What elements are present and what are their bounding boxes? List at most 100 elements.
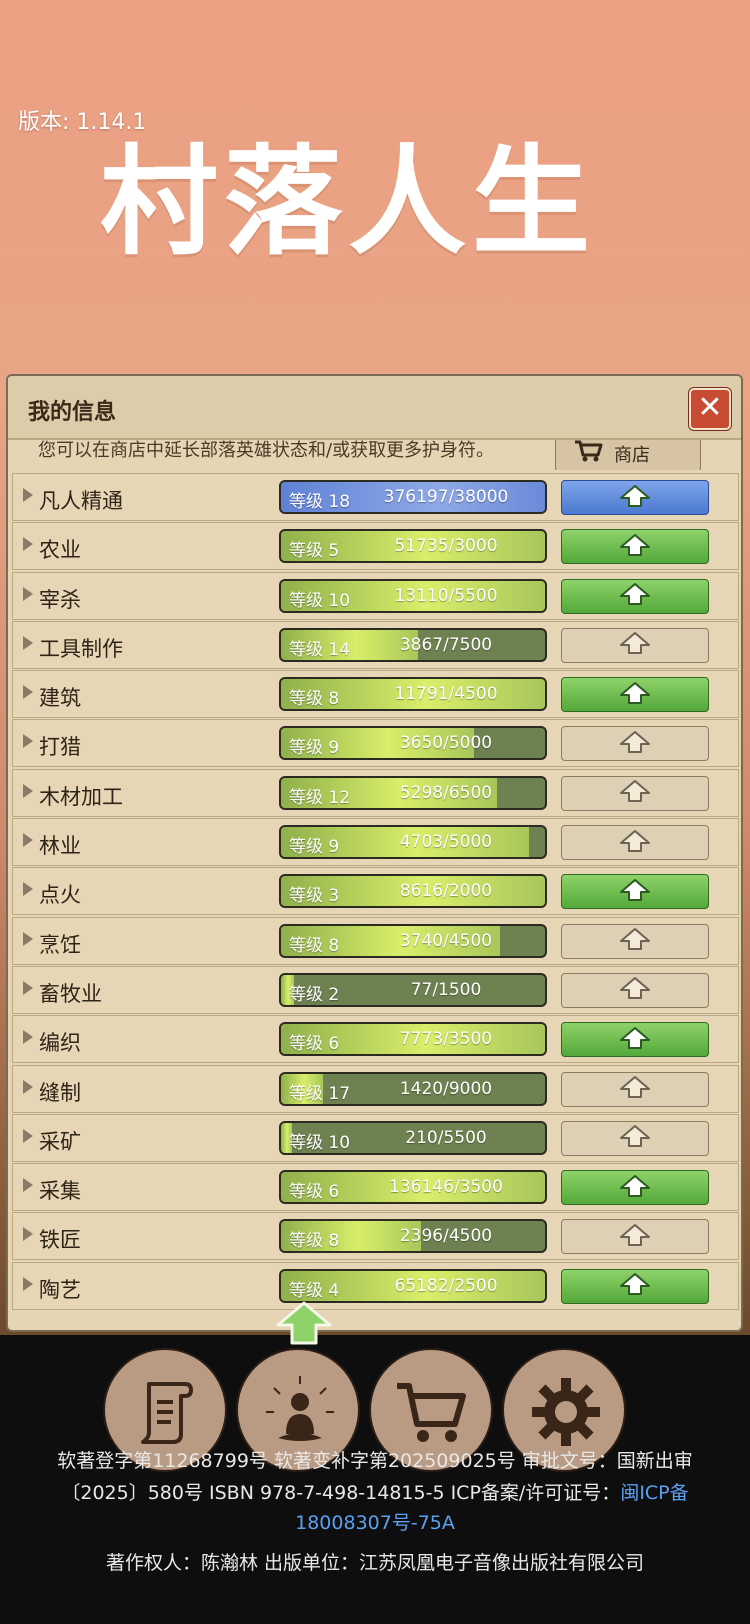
footer-line-4: 著作权人：陈瀚林 出版单位：江苏凤凰电子音像出版社有限公司 <box>105 1552 645 1574</box>
level-up-button[interactable] <box>561 923 709 959</box>
arrow-up-icon <box>619 631 651 659</box>
skill-row[interactable]: 烹饪 等级 8 3740/4500 <box>12 916 739 965</box>
level-up-button[interactable] <box>561 578 709 614</box>
expand-arrow-icon <box>23 488 33 502</box>
xp-progress-bar: 等级 5 51735/3000 <box>279 529 547 564</box>
level-up-button[interactable] <box>561 1170 709 1206</box>
gear-icon <box>532 1378 600 1446</box>
skill-row[interactable]: 工具制作 等级 14 3867/7500 <box>12 620 739 669</box>
skill-xp: 376197/38000 <box>383 487 509 507</box>
cart-icon <box>574 440 604 467</box>
xp-progress-bar: 等级 8 11791/4500 <box>279 677 547 712</box>
level-up-button[interactable] <box>561 627 709 663</box>
arrow-up-icon <box>619 878 651 906</box>
skill-row[interactable]: 点火 等级 3 8616/2000 <box>12 867 739 916</box>
skill-row[interactable]: 铁匠 等级 8 2396/4500 <box>12 1212 739 1261</box>
level-up-button[interactable] <box>561 480 709 515</box>
xp-progress-bar: 等级 17 1420/9000 <box>279 1071 547 1106</box>
skill-level: 等级 10 <box>289 1132 351 1153</box>
skill-xp: 210/5500 <box>405 1127 487 1148</box>
skill-row[interactable]: 编织 等级 6 7773/3500 <box>12 1015 739 1064</box>
level-up-button[interactable] <box>561 1071 709 1107</box>
xp-progress-bar: 等级 18 376197/38000 <box>279 480 547 514</box>
expand-arrow-icon <box>23 1227 33 1242</box>
skill-name: 畜牧业 <box>39 981 102 1006</box>
level-up-button[interactable] <box>561 677 709 713</box>
xp-progress-bar: 等级 9 3650/5000 <box>279 726 547 761</box>
shop-button[interactable]: 商店 <box>555 440 701 470</box>
footer-line-1: 软著登字第11268799号 软著变补字第202509025号 审批文号：国新出… <box>57 1450 693 1472</box>
skill-xp: 3650/5000 <box>399 733 493 754</box>
arrow-up-icon <box>619 829 651 857</box>
skill-level: 等级 12 <box>289 787 351 808</box>
arrow-up-icon <box>619 533 651 561</box>
skill-name: 点火 <box>39 883 81 908</box>
skill-level: 等级 9 <box>289 837 340 858</box>
skill-row[interactable]: 林业 等级 9 4703/5000 <box>12 818 739 867</box>
skill-row[interactable]: 缝制 等级 17 1420/9000 <box>12 1064 739 1113</box>
xp-progress-bar: 等级 6 7773/3500 <box>279 1022 547 1057</box>
xp-progress-bar: 等级 6 136146/3500 <box>279 1170 547 1205</box>
arrow-up-icon <box>619 927 651 955</box>
skill-name: 林业 <box>39 834 81 859</box>
bottom-bar: 软著登字第11268799号 软著变补字第202509025号 审批文号：国新出… <box>0 1301 750 1624</box>
skill-name: 农业 <box>39 538 81 563</box>
skill-row[interactable]: 建筑 等级 8 11791/4500 <box>12 670 739 719</box>
game-logo: 村落人生 <box>100 132 597 271</box>
skill-level: 等级 8 <box>289 1231 340 1252</box>
skill-row[interactable]: 采集 等级 6 136146/3500 <box>12 1163 739 1212</box>
xp-progress-bar: 等级 14 3867/7500 <box>279 627 547 662</box>
skill-row[interactable]: 农业 等级 5 51735/3000 <box>12 522 739 571</box>
skill-level: 等级 2 <box>289 984 340 1005</box>
expand-arrow-icon <box>23 635 33 650</box>
level-up-button[interactable] <box>561 775 709 811</box>
footer-line-2-text: 〔2025〕580号 ISBN 978-7-498-14815-5 ICP备案/… <box>61 1482 621 1504</box>
level-up-button[interactable] <box>561 1120 709 1156</box>
skill-name: 编织 <box>39 1031 81 1056</box>
arrow-up-icon <box>619 1124 651 1152</box>
expand-arrow-icon <box>23 1128 33 1143</box>
skill-row[interactable]: 采矿 等级 10 210/5500 <box>12 1113 739 1162</box>
cart-icon <box>397 1383 466 1442</box>
xp-progress-bar: 等级 12 5298/6500 <box>279 775 547 810</box>
xp-progress-bar: 等级 4 65182/2500 <box>279 1268 547 1303</box>
arrow-up-icon <box>619 1174 651 1202</box>
icp-link[interactable]: 闽ICP备 <box>620 1482 688 1504</box>
skill-xp: 1420/9000 <box>399 1078 493 1099</box>
notice-row: 您可以在商店中延长部落英雄状态和/或获取更多护身符。 商店 <box>8 440 741 470</box>
skill-row[interactable]: 木材加工 等级 12 5298/6500 <box>12 768 739 817</box>
arrow-up-icon <box>619 681 651 709</box>
level-up-button[interactable] <box>561 874 709 910</box>
skill-xp: 11791/4500 <box>394 684 498 705</box>
expand-arrow-icon <box>23 1079 33 1094</box>
arrow-up-icon <box>619 582 651 610</box>
level-up-button[interactable] <box>561 1022 709 1058</box>
skill-name: 采矿 <box>39 1129 81 1154</box>
arrow-up-icon <box>619 730 651 758</box>
level-up-button[interactable] <box>561 1268 709 1304</box>
level-up-button[interactable] <box>561 825 709 861</box>
skill-level: 等级 4 <box>289 1280 340 1301</box>
skill-row[interactable]: 陶艺 等级 4 65182/2500 <box>12 1261 739 1310</box>
skill-xp: 8616/2000 <box>399 881 493 902</box>
expand-arrow-icon <box>23 882 33 897</box>
level-up-button[interactable] <box>561 972 709 1008</box>
skill-name: 铁匠 <box>39 1228 81 1253</box>
level-up-button[interactable] <box>561 529 709 565</box>
xp-progress-bar: 等级 3 8616/2000 <box>279 874 547 909</box>
skill-xp: 4703/5000 <box>399 832 493 853</box>
skill-row[interactable]: 畜牧业 等级 2 77/1500 <box>12 965 739 1014</box>
my-info-panel: 我的信息 ✕ 您可以在商店中延长部落英雄状态和/或获取更多护身符。 商店 凡人精… <box>6 374 743 1332</box>
arrow-up-icon <box>619 1075 651 1103</box>
icp-link-number[interactable]: 18008307号-75A <box>295 1512 455 1534</box>
skill-level: 等级 9 <box>289 738 340 759</box>
skill-row[interactable]: 打猎 等级 9 3650/5000 <box>12 719 739 768</box>
level-up-button[interactable] <box>561 1219 709 1255</box>
skill-row[interactable]: 凡人精通 等级 18 376197/38000 <box>12 473 739 521</box>
level-up-button[interactable] <box>561 726 709 762</box>
skill-level: 等级 14 <box>289 639 351 660</box>
skill-row[interactable]: 宰杀 等级 10 13110/5500 <box>12 571 739 620</box>
close-button[interactable]: ✕ <box>689 388 731 430</box>
arrow-up-icon <box>619 1272 651 1300</box>
skill-level: 等级 6 <box>289 1034 340 1055</box>
